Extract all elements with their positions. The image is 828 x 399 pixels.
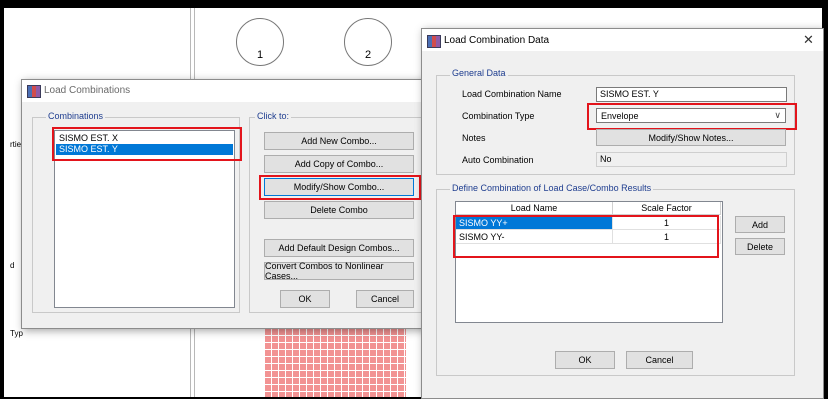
window-title: Load Combinations: [44, 85, 131, 96]
load-combinations-window: Load Combinations Combinations SISMO EST…: [21, 79, 426, 329]
auto-combination-label: Auto Combination: [462, 155, 534, 165]
auto-combination-field: No: [596, 152, 787, 167]
app-icon: [27, 85, 41, 98]
side-label: Typ: [10, 329, 23, 338]
combination-type-value: Envelope: [601, 111, 639, 121]
add-new-combo-button[interactable]: Add New Combo...: [264, 132, 414, 150]
table-row-factor[interactable]: 1: [613, 216, 721, 230]
general-data-label: General Data: [450, 68, 508, 78]
grid-bubble-2: 2: [344, 18, 392, 66]
ok-button[interactable]: OK: [280, 290, 330, 308]
cancel-button[interactable]: Cancel: [626, 351, 693, 369]
grid-bubble-1: 1: [236, 18, 284, 66]
ok-button[interactable]: OK: [555, 351, 615, 369]
list-item[interactable]: SISMO EST. X: [56, 133, 233, 144]
app-icon: [427, 35, 441, 48]
close-icon[interactable]: ✕: [803, 32, 814, 48]
table-row-name[interactable]: SISMO YY-: [456, 230, 613, 244]
side-label: rtie: [10, 140, 22, 149]
combination-type-label: Combination Type: [462, 111, 535, 121]
add-copy-combo-button[interactable]: Add Copy of Combo...: [264, 155, 414, 173]
combinations-label: Combinations: [46, 111, 106, 121]
combinations-list[interactable]: SISMO EST. X SISMO EST. Y: [54, 130, 235, 308]
side-label: d: [10, 261, 15, 270]
combination-name-field[interactable]: SISMO EST. Y: [596, 87, 787, 102]
delete-button[interactable]: Delete: [735, 238, 785, 255]
table-row-name[interactable]: SISMO YY+: [456, 216, 613, 230]
title-bar[interactable]: Load Combinations: [22, 80, 425, 102]
notes-label: Notes: [462, 133, 486, 143]
load-case-grid[interactable]: Load Name Scale Factor SISMO YY+ 1 SISMO…: [455, 201, 723, 323]
define-combination-label: Define Combination of Load Case/Combo Re…: [450, 183, 654, 193]
combination-type-select[interactable]: Envelope ∨: [596, 108, 786, 123]
add-button[interactable]: Add: [735, 216, 785, 233]
cancel-button[interactable]: Cancel: [356, 290, 414, 308]
list-item-selected[interactable]: SISMO EST. Y: [56, 144, 233, 155]
delete-combo-button[interactable]: Delete Combo: [264, 201, 414, 219]
chevron-down-icon: ∨: [774, 110, 781, 120]
convert-combos-button[interactable]: Convert Combos to Nonlinear Cases...: [264, 261, 414, 281]
click-to-label: Click to:: [255, 111, 292, 121]
table-row-factor[interactable]: 1: [613, 230, 721, 244]
column-header-load-name[interactable]: Load Name: [456, 202, 613, 215]
mesh-region: [264, 328, 406, 397]
window-title: Load Combination Data: [444, 35, 550, 46]
load-combination-data-window: Load Combination Data ✕ General Data Loa…: [421, 28, 824, 399]
combination-name-label: Load Combination Name: [462, 89, 562, 99]
modify-show-combo-button[interactable]: Modify/Show Combo...: [264, 178, 414, 196]
column-header-scale-factor[interactable]: Scale Factor: [613, 202, 721, 215]
add-default-design-combos-button[interactable]: Add Default Design Combos...: [264, 239, 414, 257]
modify-show-notes-button[interactable]: Modify/Show Notes...: [596, 129, 786, 146]
title-bar[interactable]: Load Combination Data ✕: [422, 29, 823, 51]
